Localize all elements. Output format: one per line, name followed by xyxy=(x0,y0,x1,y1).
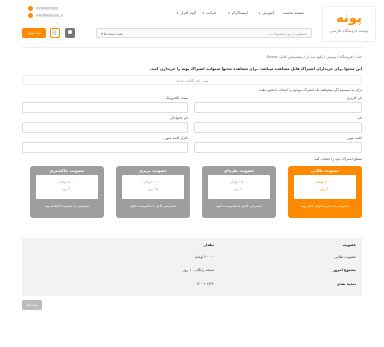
plan-price-box: ۲۰۰۰۰ تومان ۳۰ روز xyxy=(294,175,356,199)
plan-price-box: ۵۰۰۰ تومان ۳۰ روز xyxy=(36,175,98,199)
plan-card-gold[interactable]: عضویت طلایی ۲۰۰۰۰ تومان ۳۰ روز دسترسی به… xyxy=(288,166,362,218)
plan-title: عضویت طلایی xyxy=(310,168,340,173)
register-button[interactable]: ثبت اولیه xyxy=(22,28,46,38)
user-account-button[interactable] xyxy=(65,28,75,38)
nav-item-front[interactable]: فرانت ▾ xyxy=(203,10,216,15)
chevron-down-icon: ▾ xyxy=(228,11,230,15)
plan-title: عضویت نقره‌ای xyxy=(223,168,255,173)
brand-name: پونه xyxy=(336,11,362,26)
breadcrumb: خانه / فروشگاه / پوستی / پکیج سه بار / پ… xyxy=(266,55,362,59)
plan-card-bronze[interactable]: عضویت برنزی ۱۰۰۰۰ تومان ۱۵ روز دسترسی کا… xyxy=(116,166,190,218)
phone-contact: 0990000000 xyxy=(28,6,58,11)
plan-period: ۱۵ روز xyxy=(147,187,159,191)
plan-description: دسترسی به محدوده کتابخانه پونه xyxy=(44,204,90,208)
next-renewal-label: تمدید بعدی xyxy=(336,282,356,286)
chevron-down-icon: ▾ xyxy=(258,11,261,15)
plan-price: ۵۰۰۰ تومان xyxy=(58,180,76,184)
plan-description: دسترسی به تمام محتوای کامل پونه xyxy=(300,204,350,208)
order-summary xyxy=(22,238,362,296)
plan-price: ۲۰۰۰۰ تومان xyxy=(315,180,335,184)
chevron-down-icon: ▾ xyxy=(176,11,179,15)
nav-item-software[interactable]: آلوم افزار ▾ xyxy=(177,10,196,15)
category-select[interactable]: همه دسته ها ▾ xyxy=(101,32,122,36)
last-name-label: نام خانوادگی xyxy=(169,116,188,120)
plan-period: ۳۰ روز xyxy=(319,187,331,191)
plan-title: عضویت خاکستری xyxy=(49,168,85,173)
trial-value: نسخه رایگان - ۱ روز xyxy=(183,268,214,272)
subscription-notice: این محتوا برای خریداران اشتراک قابل مشاه… xyxy=(149,66,362,71)
form-title: ثبت نام اکانت جدید xyxy=(22,75,362,85)
password-confirm-label: تکرار کلمه عبور xyxy=(164,136,188,140)
plan-period: ۳۰ روز xyxy=(61,187,73,191)
first-name-label: نام xyxy=(357,116,362,120)
nav-item-learn[interactable]: آموزش ▾ xyxy=(259,10,274,15)
plan-card-gray[interactable]: عضویت خاکستری ۵۰۰۰ تومان ۳۰ روز دسترسی ب… xyxy=(30,166,104,218)
plans-label: سطح اشتراک خود را انتخاب کنید xyxy=(313,157,362,161)
phone-number: 0990000000 xyxy=(36,6,59,11)
password-confirm-field[interactable] xyxy=(22,142,188,153)
password-field[interactable] xyxy=(194,142,362,153)
membership-value: عضویت طلایی xyxy=(334,255,356,259)
next-renewal-date: ۱۴۰۰/۰۴/۲۴ xyxy=(196,282,214,286)
nav-item-instagram[interactable]: اینستاگرام ▾ xyxy=(228,10,248,15)
email-contact: info@website.ir xyxy=(28,13,63,18)
plan-price-box: ۱۵۰۰۰ تومان ۳۰ روز xyxy=(208,175,270,199)
plan-description: دسترسی کامل با محدودیت دانلود xyxy=(130,204,176,208)
mail-icon xyxy=(28,13,33,18)
first-name-field[interactable] xyxy=(194,122,362,133)
cart-icon[interactable]: 🛒 xyxy=(50,28,60,38)
username-label: نام کاربری xyxy=(346,96,362,100)
header-divider xyxy=(22,47,362,48)
chevron-down-icon: ▾ xyxy=(202,11,205,15)
total-label: مجموع امروز xyxy=(332,268,356,272)
plan-card-silver[interactable]: عضویت نقره‌ای ۱۵۰۰۰ تومان ۳۰ روز دسترسی … xyxy=(202,166,276,218)
plan-title: عضویت برنزی xyxy=(139,168,167,173)
plan-period: ۳۰ روز xyxy=(233,187,245,191)
phone-icon xyxy=(28,6,33,11)
plan-description: دسترسی کامل با محدودیت دانلود xyxy=(216,204,262,208)
form-hint: برای به سیستم اگر میخواهید یک اشتراک موج… xyxy=(258,88,362,92)
last-name-field[interactable] xyxy=(22,122,188,133)
amount-value: ۲۰۰۰۰ تومان xyxy=(194,255,214,259)
membership-label: عضویت xyxy=(342,243,356,247)
search-placeholder: جستجو در بین محصولات... xyxy=(267,31,307,36)
email-address: info@website.ir xyxy=(36,13,64,18)
amount-label: مقدار xyxy=(203,243,214,247)
search-input[interactable]: جستجو در بین محصولات... همه دسته ها ▾ xyxy=(96,28,312,38)
submit-button[interactable]: ثبت نام xyxy=(22,300,42,310)
site-logo[interactable]: پونه پوسته فروشگاه فارسی xyxy=(322,6,376,42)
brand-subtitle: پوسته فروشگاه فارسی xyxy=(329,28,369,33)
email-label: پست الکترونیک xyxy=(165,96,188,100)
email-field[interactable] xyxy=(22,102,188,113)
plan-price: ۱۰۰۰۰ تومان xyxy=(143,180,163,184)
plan-price-box: ۱۰۰۰۰ تومان ۱۵ روز xyxy=(122,175,184,199)
plan-price: ۱۵۰۰۰ تومان xyxy=(229,180,249,184)
password-label: کلمه عبور xyxy=(347,136,362,140)
nav-item-home[interactable]: صفحه نخست xyxy=(283,10,304,15)
username-field[interactable] xyxy=(194,102,362,113)
